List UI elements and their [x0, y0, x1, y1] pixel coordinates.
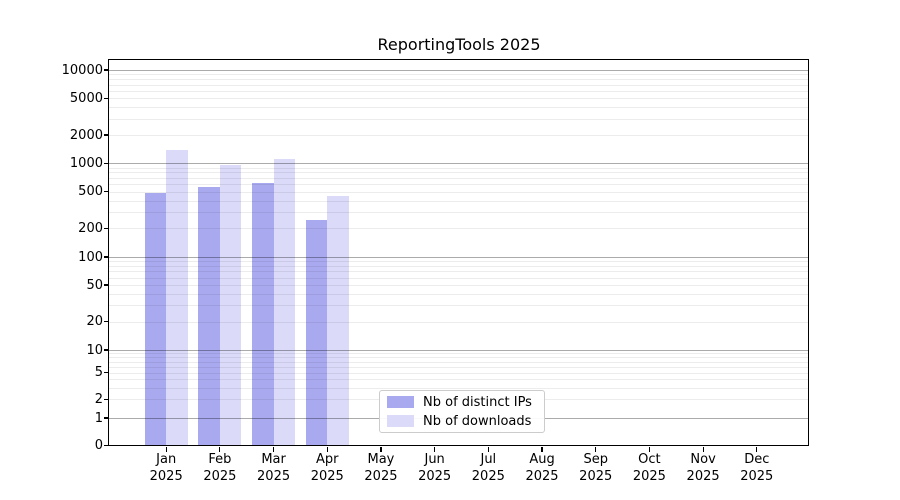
y-tick-label-100: 100: [28, 250, 103, 265]
x-tick-mark-oct: [649, 447, 650, 452]
y-tick-mark-0: [104, 445, 109, 446]
x-tick-mark-aug: [541, 447, 542, 452]
y-tick-label-5000: 5000: [28, 91, 103, 106]
legend-label-downloads: Nb of downloads: [423, 414, 531, 429]
legend-label-distinct-ips: Nb of distinct IPs: [423, 395, 532, 410]
x-tick-mark-feb: [219, 447, 220, 452]
y-tick-mark-1000: [104, 163, 109, 164]
x-tick-label-dec: Dec2025: [725, 452, 789, 485]
x-tick-mark-nov: [703, 447, 704, 452]
legend-swatch-distinct-ips: [387, 396, 414, 409]
y-tick-mark-10000: [104, 69, 109, 70]
y-tick-mark-50: [104, 284, 109, 285]
bar-downloads-mar: [274, 159, 296, 445]
reporting-tools-chart: ReportingTools 2025 0 1 2 5 10 20 50 100 200 500 1…: [0, 0, 900, 500]
y-tick-label-200: 200: [28, 221, 103, 236]
x-tick-mark-apr: [327, 447, 328, 452]
y-tick-mark-100: [104, 256, 109, 257]
y-tick-mark-200: [104, 228, 109, 229]
legend-swatch-downloads: [387, 415, 414, 428]
legend-item-downloads: Nb of downloads: [387, 414, 537, 429]
x-tick-mark-may: [380, 447, 381, 452]
y-tick-label-1000: 1000: [28, 156, 103, 171]
y-tick-label-1: 1: [28, 411, 103, 426]
legend: Nb of distinct IPs Nb of downloads: [379, 390, 545, 433]
y-tick-mark-20: [104, 321, 109, 322]
y-tick-label-0: 0: [28, 438, 103, 453]
y-tick-label-20: 20: [28, 314, 103, 329]
bar-downloads-jan: [166, 150, 188, 446]
y-tick-mark-5: [104, 372, 109, 373]
y-tick-label-2000: 2000: [28, 128, 103, 143]
y-tick-label-50: 50: [28, 278, 103, 293]
y-tick-mark-2: [104, 399, 109, 400]
bar-downloads-apr: [327, 196, 349, 446]
bar-distinct-ips-feb: [198, 187, 220, 445]
y-tick-label-5: 5: [28, 365, 103, 380]
x-tick-label-line: Dec: [725, 452, 789, 469]
y-tick-mark-5000: [104, 98, 109, 99]
y-tick-mark-500: [104, 191, 109, 192]
x-tick-mark-mar: [273, 447, 274, 452]
x-tick-mark-sep: [595, 447, 596, 452]
x-tick-mark-jul: [488, 447, 489, 452]
x-tick-mark-jan: [166, 447, 167, 452]
y-tick-label-10: 10: [28, 343, 103, 358]
bar-downloads-feb: [220, 165, 242, 445]
x-tick-mark-jun: [434, 447, 435, 452]
bar-distinct-ips-apr: [306, 220, 328, 445]
x-tick-label-line: 2025: [725, 469, 789, 486]
legend-item-distinct-ips: Nb of distinct IPs: [387, 395, 537, 410]
y-tick-label-10000: 10000: [28, 63, 103, 78]
y-tick-label-500: 500: [28, 184, 103, 199]
bar-distinct-ips-mar: [252, 183, 274, 446]
y-tick-label-2: 2: [28, 392, 103, 407]
bar-distinct-ips-jan: [145, 193, 167, 446]
y-tick-mark-2000: [104, 134, 109, 135]
y-tick-mark-10: [104, 349, 109, 350]
chart-title: ReportingTools 2025: [108, 35, 810, 54]
x-tick-mark-dec: [756, 447, 757, 452]
y-tick-mark-1: [104, 417, 109, 418]
